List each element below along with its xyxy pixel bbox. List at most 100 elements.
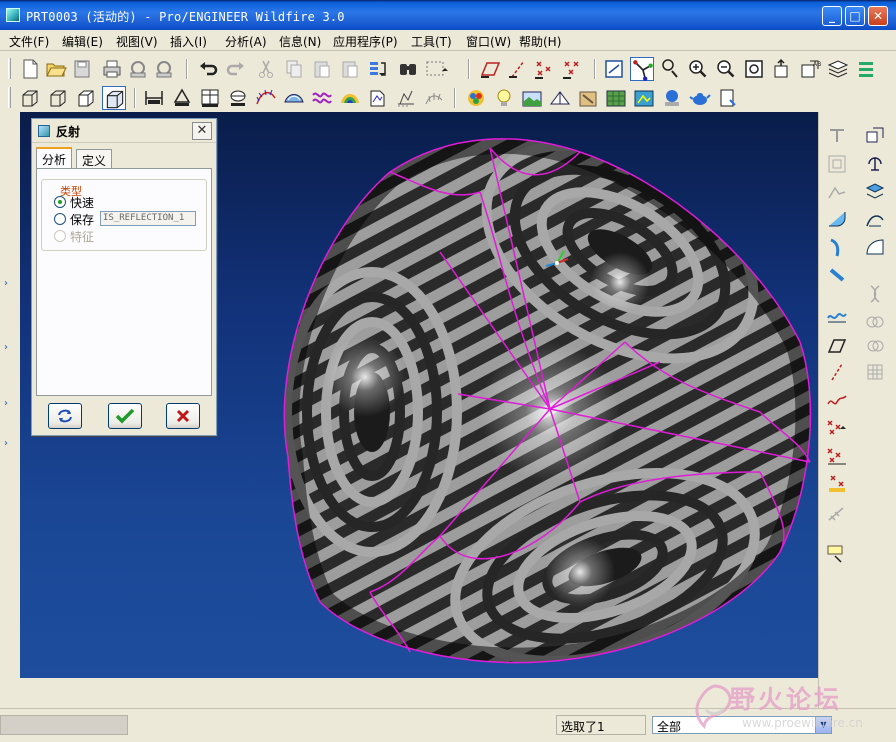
render-icon[interactable] — [660, 86, 684, 110]
coordinate-system-display-icon[interactable] — [560, 57, 584, 81]
paste-icon[interactable] — [310, 57, 334, 81]
datum-point-add-icon[interactable] — [825, 416, 849, 440]
scene-icon[interactable] — [520, 86, 544, 110]
paste-special-icon[interactable] — [338, 57, 362, 81]
menu-analysis[interactable]: 分析(A) — [225, 33, 267, 50]
refit-icon[interactable] — [602, 57, 626, 81]
redo-icon[interactable] — [224, 57, 248, 81]
menu-edit[interactable]: 编辑(E) — [62, 33, 103, 50]
cut-icon[interactable] — [254, 57, 278, 81]
mirror-tool-icon[interactable] — [825, 236, 849, 260]
slope-icon[interactable] — [366, 86, 390, 110]
wrap-tool-icon[interactable] — [863, 360, 887, 384]
expand-arrow-icon[interactable]: › — [4, 278, 8, 289]
analysis-name-field[interactable]: IS_REFLECTION_1 — [100, 211, 196, 226]
regenerate-icon[interactable] — [366, 57, 390, 81]
texture-map-icon[interactable] — [604, 86, 628, 110]
light-bulb-icon[interactable] — [492, 86, 516, 110]
wireframe-icon[interactable] — [18, 86, 42, 110]
save-icon[interactable] — [70, 57, 94, 81]
radio-button[interactable] — [54, 213, 66, 225]
section-icon[interactable] — [226, 86, 250, 110]
appearance-icon[interactable] — [576, 86, 600, 110]
export-icon[interactable] — [716, 86, 740, 110]
hidden-line-icon[interactable] — [46, 86, 70, 110]
open-folder-icon[interactable] — [44, 57, 68, 81]
close-window-button[interactable]: ✕ — [868, 6, 888, 26]
menu-info[interactable]: 信息(N) — [279, 33, 321, 50]
offset-plane-icon[interactable] — [863, 180, 887, 204]
selection-box-icon[interactable] — [424, 57, 448, 81]
measure-distance-icon[interactable] — [142, 86, 166, 110]
pattern-tool-icon[interactable] — [863, 236, 887, 260]
print-icon[interactable] — [100, 57, 124, 81]
shading-icon[interactable] — [102, 86, 126, 110]
reorient-icon[interactable] — [742, 57, 766, 81]
new-file-icon[interactable] — [18, 57, 42, 81]
tab-analysis[interactable]: 分析 — [36, 147, 73, 168]
datum-plane-tool-icon[interactable] — [825, 124, 849, 148]
reflection-icon[interactable] — [310, 86, 334, 110]
mass-properties-icon[interactable] — [198, 86, 222, 110]
sketch-tool-icon[interactable] — [825, 180, 849, 204]
draft-analysis-icon[interactable] — [282, 86, 306, 110]
view-manager-icon[interactable]: AB — [798, 57, 822, 81]
email-attach-icon[interactable] — [152, 57, 176, 81]
curve-tool-icon[interactable] — [825, 388, 849, 412]
datum-axis-tool-icon[interactable] — [863, 124, 887, 148]
expand-arrow-icon[interactable]: › — [4, 398, 8, 409]
toolbar-grip[interactable] — [8, 87, 11, 108]
menu-help[interactable]: 帮助(H) — [519, 33, 561, 50]
round-tool-icon[interactable] — [825, 208, 849, 232]
radio-button[interactable] — [54, 196, 66, 208]
cancel-button[interactable] — [166, 403, 200, 429]
measure-area-icon[interactable] — [170, 86, 194, 110]
layers-icon[interactable] — [826, 57, 850, 81]
dihedral-icon[interactable] — [394, 86, 418, 110]
trim-tool-icon[interactable] — [825, 304, 849, 328]
teapot-icon[interactable] — [688, 86, 712, 110]
find-icon[interactable] — [396, 57, 420, 81]
spin-center-toggle-icon[interactable] — [630, 57, 654, 81]
copy-icon[interactable] — [282, 57, 306, 81]
datum-point-tool-icon[interactable] — [863, 152, 887, 176]
color-picker-icon[interactable] — [464, 86, 488, 110]
undo-icon[interactable] — [196, 57, 220, 81]
repeat-button[interactable] — [48, 403, 82, 429]
minimize-button[interactable]: _ — [822, 6, 842, 26]
project-tool-icon[interactable] — [863, 334, 887, 358]
saved-views-icon[interactable] — [770, 57, 794, 81]
menu-applications[interactable]: 应用程序(P) — [333, 33, 398, 50]
no-hidden-icon[interactable] — [74, 86, 98, 110]
datum-axis-display-icon[interactable] — [506, 57, 530, 81]
menu-view[interactable]: 视图(V) — [116, 33, 158, 50]
model-tree-icon[interactable] — [854, 57, 878, 81]
toolbar-grip[interactable] — [8, 58, 11, 79]
expand-arrow-icon[interactable]: › — [4, 438, 8, 449]
orient-mode-icon[interactable] — [658, 57, 682, 81]
offset-point-icon[interactable] — [825, 444, 849, 468]
menu-window[interactable]: 窗口(W) — [466, 33, 511, 50]
expand-arrow-icon[interactable]: › — [4, 342, 8, 353]
menu-file[interactable]: 文件(F) — [9, 33, 49, 50]
zebra-surface[interactable] — [260, 112, 818, 678]
menu-tools[interactable]: 工具(T) — [411, 33, 452, 50]
send-email-icon[interactable] — [126, 57, 150, 81]
tab-definition[interactable]: 定义 — [76, 149, 113, 168]
model-player-icon[interactable] — [632, 86, 656, 110]
zoom-in-icon[interactable] — [686, 57, 710, 81]
axis-tool-icon[interactable] — [825, 360, 849, 384]
extend-tool-icon[interactable] — [825, 264, 849, 288]
left-collapsed-panel[interactable]: › › › › — [0, 112, 20, 708]
maximize-button[interactable]: □ — [845, 6, 865, 26]
dialog-close-button[interactable]: ✕ — [192, 122, 212, 140]
datum-curve-tool-icon[interactable] — [825, 152, 849, 176]
plane-tool-icon[interactable] — [825, 334, 849, 358]
ok-button[interactable] — [108, 403, 142, 429]
coordinate-system-tool-icon[interactable] — [825, 502, 849, 526]
merge-tool-icon[interactable] — [863, 282, 887, 306]
curvature-icon[interactable] — [254, 86, 278, 110]
perspective-icon[interactable] — [548, 86, 572, 110]
datum-plane-display-icon[interactable] — [478, 57, 502, 81]
datum-point-display-icon[interactable] — [532, 57, 556, 81]
